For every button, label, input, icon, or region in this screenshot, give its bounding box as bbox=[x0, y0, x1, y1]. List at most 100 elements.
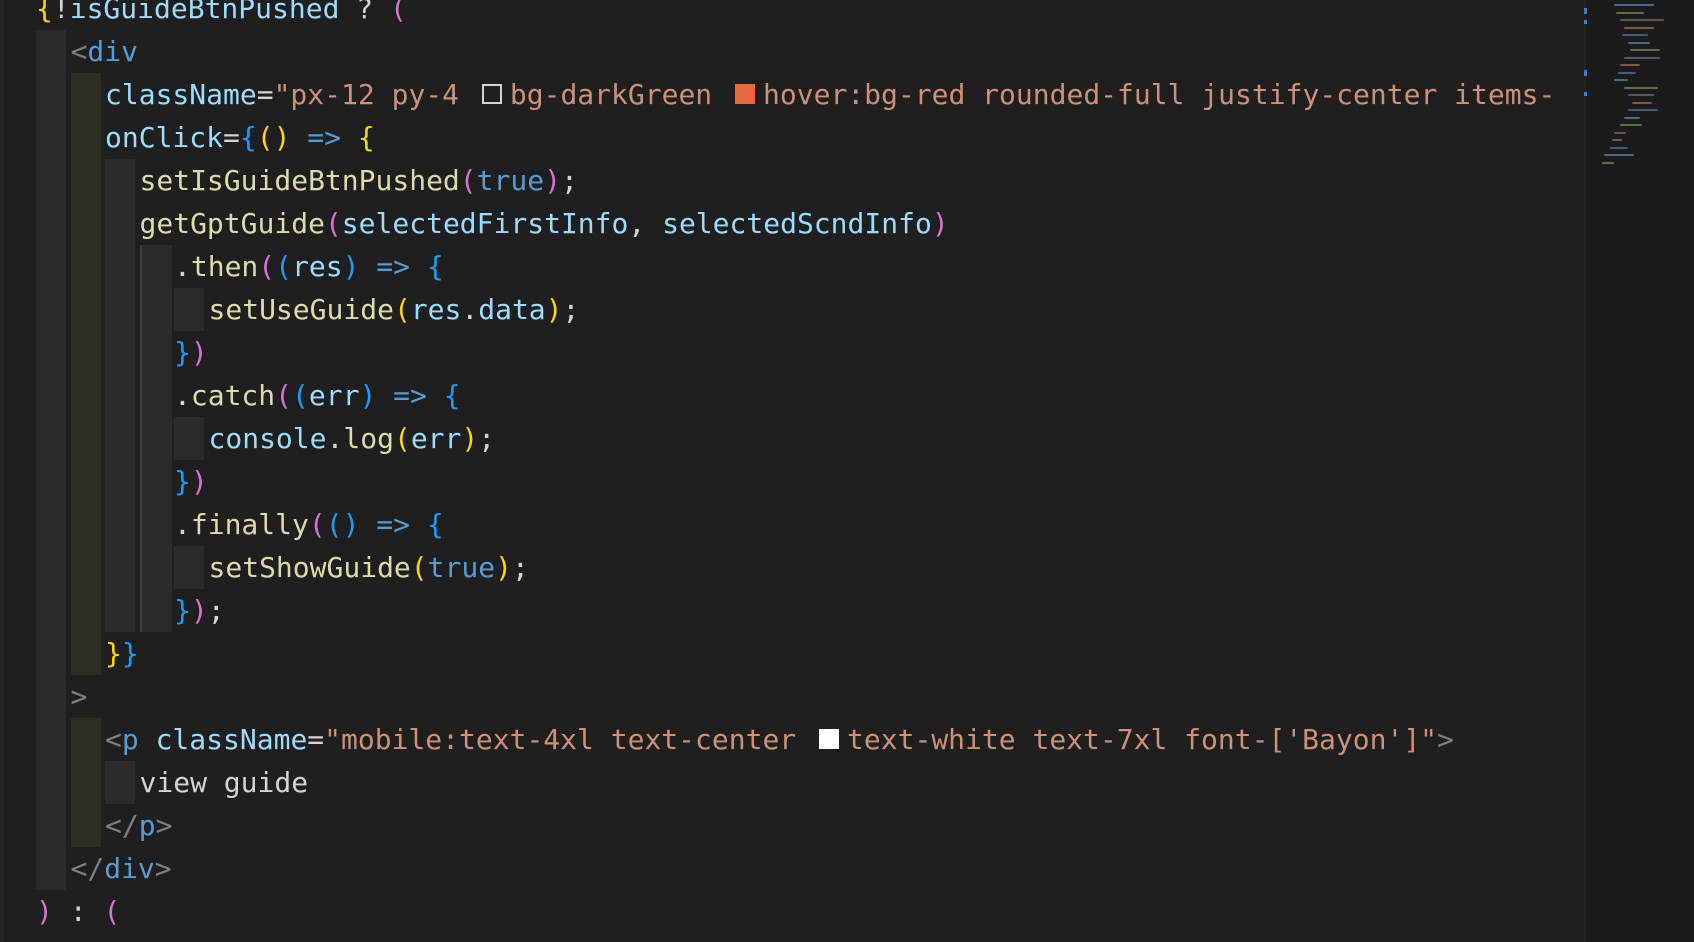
minimap-line bbox=[1616, 11, 1644, 14]
indent-guide bbox=[70, 546, 101, 589]
minimap-line bbox=[1610, 146, 1628, 149]
code-token: true bbox=[476, 164, 545, 197]
indent-guide bbox=[36, 718, 66, 761]
code-token: { bbox=[426, 508, 444, 541]
color-swatch-icon[interactable] bbox=[735, 84, 756, 104]
code-token: = bbox=[307, 723, 325, 756]
code-token: ( bbox=[292, 379, 309, 412]
code-line[interactable]: onClick={() => { bbox=[0, 116, 1584, 159]
minimap-line bbox=[1624, 116, 1640, 119]
line-content: .catch((err) => { bbox=[174, 374, 461, 417]
indent-guide bbox=[174, 546, 204, 589]
code-token: } bbox=[174, 465, 191, 498]
code-token: . bbox=[174, 250, 191, 283]
code-token: catch bbox=[190, 379, 276, 412]
code-line[interactable]: }) bbox=[0, 331, 1584, 374]
minimap-line bbox=[1620, 19, 1664, 21]
code-token: p bbox=[121, 723, 139, 756]
code-token: div bbox=[104, 852, 155, 885]
indent-guide bbox=[105, 417, 135, 460]
indent-guide bbox=[36, 116, 66, 159]
code-token: ) bbox=[190, 594, 208, 627]
code-line[interactable]: > bbox=[0, 675, 1584, 718]
indent-guide bbox=[36, 460, 66, 503]
code-token: ? bbox=[339, 0, 391, 25]
code-token: ) bbox=[190, 336, 208, 369]
code-line[interactable]: console.log(err); bbox=[0, 417, 1584, 460]
indent-guide bbox=[70, 718, 101, 761]
indent-guide bbox=[36, 804, 66, 847]
indent-guide bbox=[70, 761, 101, 804]
code-token: ( bbox=[275, 250, 293, 283]
code-token: ; bbox=[207, 594, 225, 627]
code-line[interactable]: .finally(() => { bbox=[0, 503, 1584, 546]
code-token: data bbox=[478, 293, 546, 326]
line-content: </div> bbox=[71, 847, 172, 890]
code-line[interactable]: <div bbox=[0, 30, 1584, 73]
code-token: then bbox=[190, 250, 259, 283]
code-token: </ bbox=[105, 809, 139, 842]
code-token: ; bbox=[560, 164, 578, 197]
indent-guide bbox=[70, 417, 101, 460]
code-token: } bbox=[174, 594, 191, 627]
color-swatch-icon[interactable] bbox=[819, 729, 840, 749]
code-token: . bbox=[174, 379, 191, 412]
code-token: isGuideBtnPushed bbox=[69, 0, 340, 25]
code-token: < bbox=[105, 723, 122, 756]
indent-guide bbox=[139, 503, 172, 546]
indent-guide bbox=[139, 417, 172, 460]
indent-guide bbox=[70, 73, 101, 116]
code-token: ) bbox=[495, 551, 512, 584]
code-line[interactable]: view guide bbox=[0, 761, 1584, 804]
code-line[interactable]: setUseGuide(res.data); bbox=[0, 288, 1584, 331]
code-line[interactable]: className="px-12 py-4 bg-darkGreen hover… bbox=[0, 73, 1584, 116]
code-line[interactable]: </p> bbox=[0, 804, 1584, 847]
code-token: ; bbox=[562, 293, 580, 326]
indent-guide bbox=[36, 632, 66, 675]
line-content: view guide bbox=[140, 761, 309, 804]
minimap-line bbox=[1620, 124, 1642, 126]
code-line[interactable]: }); bbox=[0, 589, 1584, 632]
code-line[interactable]: }} bbox=[0, 632, 1584, 675]
minimap-line bbox=[1620, 64, 1640, 66]
code-token: ; bbox=[478, 422, 496, 455]
code-line[interactable]: ) : ( bbox=[0, 890, 1584, 933]
code-line[interactable]: setShowGuide(true); bbox=[0, 546, 1584, 589]
code-token: { bbox=[426, 250, 444, 283]
code-token: selectedFirstInfo bbox=[341, 207, 629, 240]
line-content: console.log(err); bbox=[209, 417, 496, 460]
line-content: getGptGuide(selectedFirstInfo, selectedS… bbox=[140, 202, 949, 245]
code-line[interactable]: </div> bbox=[0, 847, 1584, 890]
scroll-marker bbox=[1584, 20, 1587, 24]
code-token: setShowGuide bbox=[208, 551, 411, 584]
code-token: view guide bbox=[139, 766, 309, 799]
code-token: ) bbox=[545, 293, 563, 326]
code-line[interactable]: {!isGuideBtnPushed ? ( bbox=[0, 0, 1584, 30]
code-token: log bbox=[343, 422, 394, 455]
code-token: > bbox=[1437, 723, 1454, 756]
code-token: </ bbox=[70, 852, 105, 885]
code-token: true bbox=[427, 551, 496, 584]
code-token: { bbox=[443, 379, 461, 412]
code-line[interactable]: setIsGuideBtnPushed(true); bbox=[0, 159, 1584, 202]
minimap[interactable] bbox=[1584, 0, 1694, 942]
code-token: > bbox=[155, 809, 173, 842]
code-line[interactable]: <p className="mobile:text-4xl text-cente… bbox=[0, 718, 1584, 761]
code-token: hover:bg-red rounded-full justify-center… bbox=[763, 78, 1556, 111]
minimap-line bbox=[1614, 131, 1626, 134]
code-area[interactable]: {!isGuideBtnPushed ? (<div className="px-… bbox=[0, 0, 1584, 942]
code-editor[interactable]: {!isGuideBtnPushed ? (<div className="px-… bbox=[0, 0, 1694, 942]
code-line[interactable]: }) bbox=[0, 460, 1584, 503]
color-swatch-icon[interactable] bbox=[481, 84, 502, 104]
minimap-line bbox=[1628, 41, 1650, 44]
indent-guide bbox=[70, 503, 101, 546]
code-line[interactable]: .then((res) => { bbox=[0, 245, 1584, 288]
code-line[interactable]: getGptGuide(selectedFirstInfo, selectedS… bbox=[0, 202, 1584, 245]
indent-guide bbox=[105, 159, 135, 202]
code-token: () bbox=[325, 508, 360, 541]
code-token: finally bbox=[190, 508, 309, 541]
line-content: setShowGuide(true); bbox=[209, 546, 529, 589]
indent-guide bbox=[70, 804, 101, 847]
code-line[interactable]: .catch((err) => { bbox=[0, 374, 1584, 417]
minimap-line bbox=[1622, 34, 1648, 36]
